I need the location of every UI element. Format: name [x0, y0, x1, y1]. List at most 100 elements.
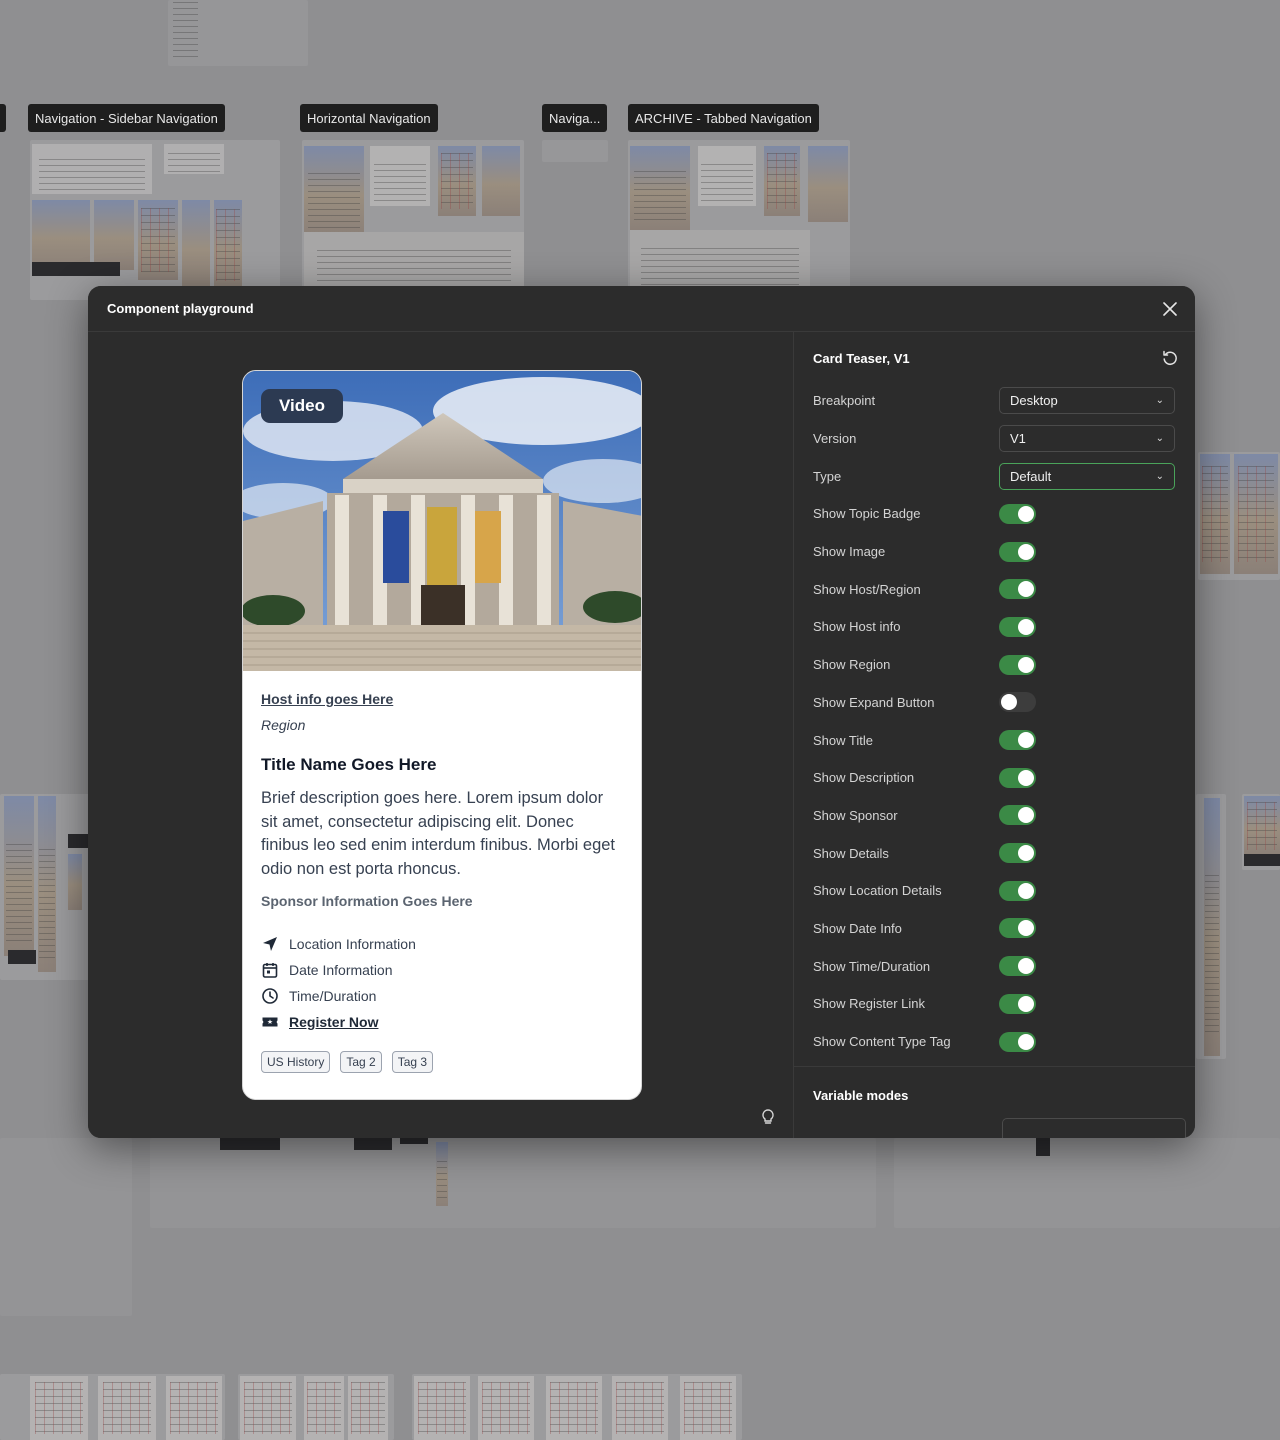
canvas-frame-thumbnail[interactable]	[30, 140, 280, 300]
canvas-frame-thumbnail[interactable]	[1196, 794, 1226, 1059]
close-button[interactable]	[1159, 298, 1181, 320]
tag-us-history[interactable]: US History	[261, 1051, 331, 1073]
toggle-row-show-location-details: Show Location Details	[794, 872, 1195, 910]
canvas-frame-thumbnail[interactable]	[412, 1374, 742, 1440]
toggle-row-show-image: Show Image	[794, 533, 1195, 571]
content-type-tags: US History Tag 2 Tag 3	[261, 1051, 623, 1073]
breakpoint-value: Desktop	[1010, 393, 1058, 409]
canvas-frame-thumbnail[interactable]	[542, 140, 608, 162]
toggle-knob	[1018, 958, 1034, 975]
toggle-knob	[1018, 732, 1034, 749]
toggle-show-title[interactable]	[999, 730, 1036, 751]
reset-icon[interactable]	[1161, 349, 1179, 367]
location-detail: Location Information	[261, 931, 623, 957]
toggle-knob	[1018, 618, 1034, 635]
clock-icon	[262, 988, 278, 1004]
sponsor-info: Sponsor Information Goes Here	[261, 893, 473, 909]
toggle-row-show-sponsor: Show Sponsor	[794, 797, 1195, 835]
toggle-show-expand-button[interactable]	[999, 692, 1036, 713]
toggle-row-show-host-region: Show Host/Region	[794, 570, 1195, 608]
toggle-show-time-duration[interactable]	[999, 956, 1036, 977]
toggle-row-show-topic-badge: Show Topic Badge	[794, 495, 1195, 533]
toggle-show-date-info[interactable]	[999, 918, 1036, 939]
toggle-show-host-info[interactable]	[999, 616, 1036, 637]
toggle-show-content-type-tag[interactable]	[999, 1031, 1036, 1052]
toggle-label-show-image: Show Image	[813, 544, 886, 560]
canvas-frame-thumbnail[interactable]	[0, 1374, 225, 1440]
canvas-frame-thumbnail[interactable]	[302, 140, 524, 300]
version-select[interactable]: V1 ⌄	[999, 425, 1175, 453]
tag-3[interactable]: Tag 3	[391, 1051, 434, 1073]
toggle-label-show-host-region: Show Host/Region	[813, 581, 921, 597]
type-select[interactable]: Default ⌄	[999, 462, 1175, 490]
ticket-icon	[262, 1017, 278, 1027]
toggle-show-region[interactable]	[999, 654, 1036, 675]
host-info-link[interactable]: Host info goes Here	[261, 691, 393, 707]
toggle-label-show-title: Show Title	[813, 732, 873, 748]
frame-label-sidebar-navigation[interactable]: Navigation - Sidebar Navigation	[28, 104, 225, 132]
toggle-show-sponsor[interactable]	[999, 805, 1036, 826]
breakpoint-label: Breakpoint	[813, 393, 876, 409]
breakpoint-row: Breakpoint Desktop ⌄	[794, 382, 1195, 420]
card-teaser[interactable]: Video Host info goes Here Region Title N…	[242, 370, 642, 1100]
version-row: Version V1 ⌄	[794, 420, 1195, 458]
toggle-row-show-host-info: Show Host info	[794, 608, 1195, 646]
register-detail: Register Now	[261, 1009, 623, 1035]
variable-mode-select[interactable]	[1002, 1118, 1186, 1138]
frame-label-naviga[interactable]: Naviga...	[542, 104, 608, 132]
card-details: Location Information Date Information Ti…	[261, 931, 623, 1035]
toggle-show-details[interactable]	[999, 843, 1036, 864]
toggle-row-show-register-link: Show Register Link	[794, 985, 1195, 1023]
breakpoint-select[interactable]: Desktop ⌄	[999, 387, 1175, 415]
frame-label-horizontal-navigation[interactable]: Horizontal Navigation	[300, 104, 438, 132]
chevron-down-icon: ⌄	[1155, 395, 1164, 407]
frame-label-edge[interactable]	[0, 104, 6, 132]
toggle-knob	[1018, 995, 1034, 1012]
toggle-label-show-time-duration: Show Time/Duration	[813, 958, 931, 974]
canvas-frame-thumbnail[interactable]	[628, 140, 850, 300]
topic-badge: Video	[261, 389, 343, 423]
toggle-label-show-date-info: Show Date Info	[813, 920, 902, 936]
canvas-frame-thumbnail[interactable]	[1242, 794, 1280, 870]
calendar-icon	[262, 963, 278, 978]
toggle-show-topic-badge[interactable]	[999, 503, 1036, 524]
canvas-frame-thumbnail[interactable]	[0, 794, 90, 980]
canvas-frame-thumbnail[interactable]	[168, 0, 308, 66]
tag-2[interactable]: Tag 2	[340, 1051, 382, 1073]
toggle-show-location-details[interactable]	[999, 880, 1036, 901]
toggle-knob	[1018, 505, 1034, 522]
type-row: Type Default ⌄	[794, 457, 1195, 495]
card-title: Title Name Goes Here	[261, 755, 437, 774]
toggle-show-host-region[interactable]	[999, 579, 1036, 600]
version-value: V1	[1010, 431, 1026, 447]
toggle-knob	[1018, 882, 1034, 899]
canvas-frame-thumbnail[interactable]	[894, 1138, 1280, 1228]
toggle-knob	[1001, 694, 1017, 711]
toggle-row-show-date-info: Show Date Info	[794, 910, 1195, 948]
component-playground-modal: Component playground Video Host info goe…	[88, 286, 1195, 1138]
canvas-frame-thumbnail[interactable]	[150, 1138, 876, 1228]
register-now-link[interactable]: Register Now	[289, 1014, 378, 1030]
toggle-show-description[interactable]	[999, 767, 1036, 788]
toggle-knob	[1018, 845, 1034, 862]
toggle-knob	[1018, 581, 1034, 598]
toggle-show-image[interactable]	[999, 541, 1036, 562]
chevron-down-icon: ⌄	[1155, 470, 1164, 482]
canvas-frame-thumbnail[interactable]	[238, 1374, 394, 1440]
toggle-row-show-region: Show Region	[794, 646, 1195, 684]
modal-header: Component playground	[88, 286, 1195, 332]
canvas-frame-thumbnail[interactable]	[0, 1138, 132, 1316]
toggle-knob	[1018, 920, 1034, 937]
toggle-row-show-time-duration: Show Time/Duration	[794, 947, 1195, 985]
toggle-knob	[1018, 1033, 1034, 1050]
card-description: Brief description goes here. Lorem ipsum…	[261, 789, 616, 878]
toggle-label-show-host-info: Show Host info	[813, 619, 901, 635]
frame-label-archive-tabbed-navigation[interactable]: ARCHIVE - Tabbed Navigation	[628, 104, 819, 132]
toggle-show-register-link[interactable]	[999, 993, 1036, 1014]
region-text: Region	[261, 717, 306, 733]
location-arrow-icon	[263, 937, 277, 951]
canvas-frame-thumbnail[interactable]	[1198, 452, 1280, 580]
lightbulb-icon[interactable]	[759, 1108, 777, 1126]
toggle-label-show-content-type-tag: Show Content Type Tag	[813, 1034, 951, 1050]
modal-title: Component playground	[107, 301, 254, 316]
